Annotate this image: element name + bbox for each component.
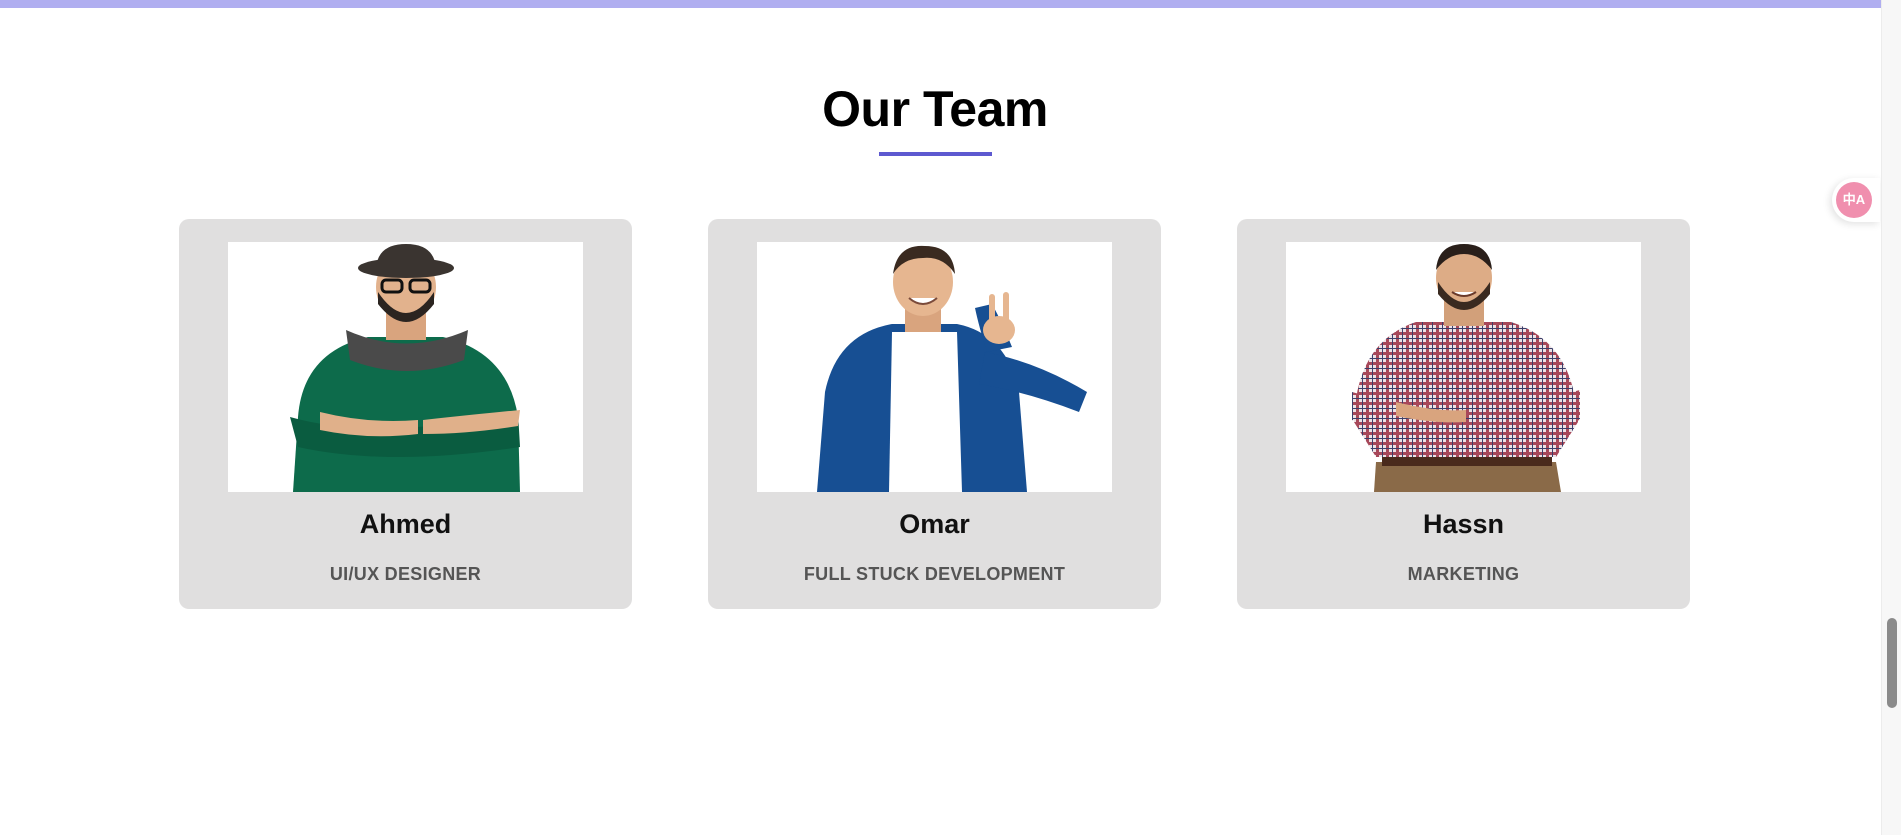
translate-icon[interactable]: 中A [1836,182,1872,218]
team-photo-hassn [1286,242,1641,492]
team-photo-omar [757,242,1112,492]
team-member-role: UI/UX DESIGNER [329,564,482,584]
section-title: Our Team [822,81,1048,137]
scrollbar-thumb[interactable] [1887,618,1897,708]
team-member-name: Hassn [1422,509,1505,539]
title-underline [879,152,992,156]
team-card-omar: Omar FULL STUCK DEVELOPMENT [708,219,1161,609]
team-member-name: Omar [899,509,970,539]
translate-widget[interactable]: 中A [1832,178,1880,222]
team-member-name: Ahmed [359,509,452,539]
team-member-role: FULL STUCK DEVELOPMENT [803,564,1066,584]
top-accent-bar [0,0,1881,8]
team-card-ahmed: Ahmed UI/UX DESIGNER [179,219,632,609]
team-member-role: MARKETING [1407,564,1520,584]
team-cards: Ahmed UI/UX DESIGNER Omar FULL STUCK DEV… [179,219,1693,609]
vertical-scrollbar[interactable] [1881,0,1901,835]
page: Our Team Ahmed UI/UX DESIGNER Omar FULL … [0,0,1881,835]
team-card-hassn: Hassn MARKETING [1237,219,1690,609]
team-photo-ahmed [228,242,583,492]
